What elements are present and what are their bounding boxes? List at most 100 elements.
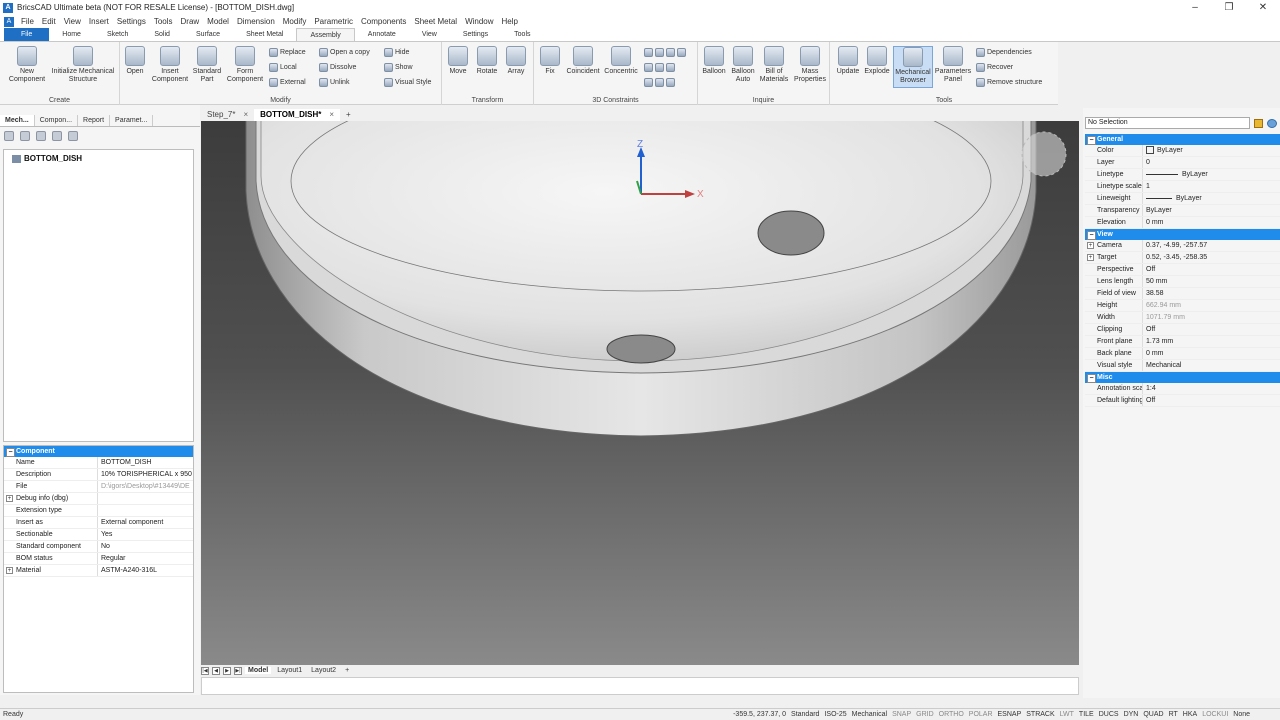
explode-button[interactable]: Explode [863, 46, 891, 76]
tab-sheet-metal[interactable]: Sheet Metal [233, 28, 296, 41]
prop-camera[interactable]: + Camera 0.37, -4.99, -257.57 [1085, 240, 1280, 252]
prop-field-of-view[interactable]: Field of view 38.58 [1085, 288, 1280, 300]
fix-button[interactable]: Fix [536, 46, 564, 76]
status-esnap[interactable]: ESNAP [998, 709, 1022, 720]
prop-target[interactable]: + Target 0.52, -3.45, -258.35 [1085, 252, 1280, 264]
dissolve-button[interactable]: Dissolve [319, 62, 356, 73]
menu-parametric[interactable]: Parametric [310, 17, 357, 26]
prop-row-description[interactable]: Description 10% TORISPHERICAL x 950 [4, 469, 193, 481]
concentric-button[interactable]: Concentric [602, 46, 640, 76]
quick-select-icon[interactable] [1254, 119, 1263, 128]
menu-dimension[interactable]: Dimension [233, 17, 279, 26]
tab-assembly[interactable]: Assembly [296, 28, 355, 41]
prop-row-sectionable[interactable]: Sectionable Yes [4, 529, 193, 541]
layout-tab-layout1[interactable]: Layout1 [274, 667, 305, 674]
update-button[interactable]: Update [834, 46, 862, 76]
status-lwt[interactable]: LWT [1060, 709, 1074, 720]
view-cube-icon[interactable] [1021, 131, 1067, 177]
constraint-tools-3[interactable] [644, 77, 677, 88]
new-tab-button[interactable]: + [340, 109, 357, 121]
general-section-header[interactable]: General [1085, 134, 1280, 145]
link-icon[interactable] [52, 131, 62, 141]
menu-edit[interactable]: Edit [38, 17, 60, 26]
status-grid[interactable]: GRID [916, 709, 934, 720]
tab-sketch[interactable]: Sketch [94, 28, 141, 41]
tab-surface[interactable]: Surface [183, 28, 233, 41]
prop-lineweight[interactable]: Lineweight ByLayer [1085, 193, 1280, 205]
open-a-copy-button[interactable]: Open a copy [319, 47, 370, 58]
prop-linetype[interactable]: Linetype ByLayer [1085, 169, 1280, 181]
prop-visual-style[interactable]: Visual style Mechanical [1085, 360, 1280, 372]
new-component-button[interactable]: New Component [6, 46, 48, 84]
standard-part-button[interactable]: Standard Part [190, 46, 224, 84]
close-tab-icon[interactable]: × [329, 109, 334, 121]
first-layout-icon[interactable]: |◀ [201, 666, 209, 675]
insert-component-button[interactable]: Insert Component [150, 46, 190, 84]
status-lockui[interactable]: LOCKUI [1202, 709, 1228, 720]
expand-plus-icon[interactable]: + [6, 567, 13, 574]
status-dyn[interactable]: DYN [1124, 709, 1139, 720]
add-layout-button[interactable]: + [342, 667, 352, 674]
tab-report[interactable]: Report [78, 115, 111, 126]
tree-node-bottom-dish[interactable]: BOTTOM_DISH [12, 154, 82, 163]
status-text-style[interactable]: Standard [791, 709, 819, 720]
status-ortho[interactable]: ORTHO [939, 709, 964, 720]
misc-section-header[interactable]: Misc [1085, 372, 1280, 383]
bill-of-materials-button[interactable]: Bill of Materials [758, 46, 790, 84]
mechanical-browser-button[interactable]: Mechanical Browser [893, 46, 933, 88]
show-button[interactable]: Show [384, 62, 413, 73]
dependencies-button[interactable]: Dependencies [976, 47, 1032, 58]
menu-draw[interactable]: Draw [177, 17, 204, 26]
prop-row-bom-status[interactable]: BOM status Regular [4, 553, 193, 565]
menu-tools[interactable]: Tools [150, 17, 177, 26]
prop-linetype-scale[interactable]: Linetype scale 1 [1085, 181, 1280, 193]
prop-row-name[interactable]: Name BOTTOM_DISH [4, 457, 193, 469]
constraint-tools-2[interactable] [644, 62, 677, 73]
prop-row-file[interactable]: File D:\igors\Desktop\#13449\DE [4, 481, 193, 493]
status-quad[interactable]: QUAD [1143, 709, 1163, 720]
form-component-button[interactable]: Form Component [224, 46, 266, 84]
doc-tab-step7[interactable]: Step_7* × [201, 109, 254, 121]
close-tab-icon[interactable]: × [243, 109, 248, 121]
restore-icon[interactable]: ❐ [1212, 0, 1246, 15]
menu-window[interactable]: Window [461, 17, 497, 26]
expand-icon[interactable] [4, 131, 14, 141]
tab-solid[interactable]: Solid [141, 28, 183, 41]
prop-default-lighting[interactable]: Default lighting Off [1085, 395, 1280, 407]
prop-height[interactable]: Height 662.94 mm [1085, 300, 1280, 312]
prop-color[interactable]: Color ByLayer [1085, 145, 1280, 157]
prop-row-insert-as[interactable]: Insert as External component [4, 517, 193, 529]
prop-row-material[interactable]: + Material ASTM-A240-316L [4, 565, 193, 577]
move-button[interactable]: Move [444, 46, 472, 76]
external-button[interactable]: External [269, 77, 306, 88]
constraint-tools[interactable] [644, 47, 688, 58]
selection-dropdown[interactable]: No Selection [1085, 117, 1250, 129]
remove-structure-button[interactable]: Remove structure [976, 77, 1042, 88]
collapse-icon[interactable] [20, 131, 30, 141]
tab-mechanical[interactable]: Mech... [0, 115, 35, 126]
minimize-icon[interactable]: – [1178, 0, 1212, 15]
prop-transparency[interactable]: Transparency ByLayer [1085, 205, 1280, 217]
prop-row-debug-info[interactable]: + Debug info (dbg) [4, 493, 193, 505]
prop-row-extension-type[interactable]: Extension type [4, 505, 193, 517]
prop-perspective[interactable]: Perspective Off [1085, 264, 1280, 276]
prop-lens-length[interactable]: Lens length 50 mm [1085, 276, 1280, 288]
replace-button[interactable]: Replace [269, 47, 306, 58]
status-tile[interactable]: TILE [1079, 709, 1094, 720]
layout-tab-layout2[interactable]: Layout2 [308, 667, 339, 674]
menu-modify[interactable]: Modify [279, 17, 311, 26]
last-layout-icon[interactable]: ▶| [234, 666, 242, 675]
menu-file[interactable]: File [17, 17, 38, 26]
command-line[interactable] [201, 677, 1079, 695]
coincident-button[interactable]: Coincident [565, 46, 601, 76]
menu-model[interactable]: Model [203, 17, 233, 26]
status-strack[interactable]: STRACK [1026, 709, 1054, 720]
document-icon[interactable]: A [4, 16, 14, 27]
local-button[interactable]: Local [269, 62, 297, 73]
tree-options-icon[interactable] [36, 131, 46, 141]
layout-tab-model[interactable]: Model [245, 667, 272, 674]
status-ducs[interactable]: DUCS [1099, 709, 1119, 720]
parameters-panel-button[interactable]: Parameters Panel [934, 46, 972, 84]
balloon-auto-button[interactable]: Balloon Auto [729, 46, 757, 84]
rotate-button[interactable]: Rotate [473, 46, 501, 76]
